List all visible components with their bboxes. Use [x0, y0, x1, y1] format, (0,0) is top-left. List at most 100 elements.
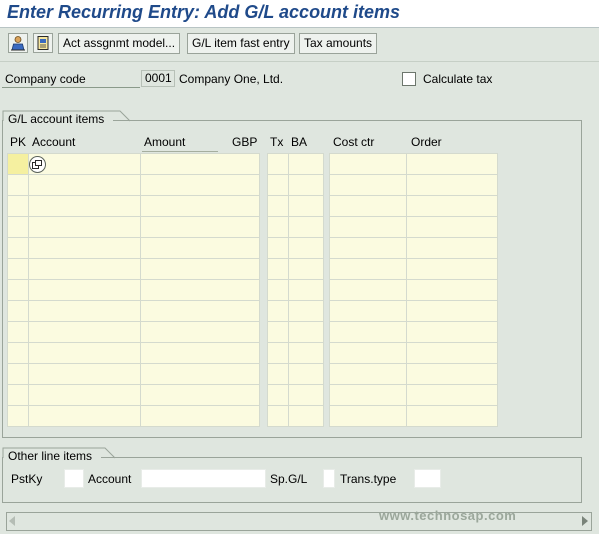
- pk-cell[interactable]: [7, 195, 29, 217]
- pk-cell[interactable]: [7, 405, 29, 427]
- amount-cell[interactable]: [140, 195, 260, 217]
- cost-ctr-cell[interactable]: [329, 237, 407, 259]
- order-cell[interactable]: [406, 321, 498, 343]
- tx-cell[interactable]: [267, 195, 289, 217]
- pk-cell[interactable]: [7, 363, 29, 385]
- account-cell[interactable]: [28, 195, 141, 217]
- ba-cell[interactable]: [288, 321, 324, 343]
- order-cell[interactable]: [406, 174, 498, 196]
- order-cell[interactable]: [406, 342, 498, 364]
- account-cell[interactable]: [28, 342, 141, 364]
- amount-cell[interactable]: [140, 300, 260, 322]
- pstky-field[interactable]: [64, 469, 84, 488]
- amount-cell[interactable]: [140, 258, 260, 280]
- tax-amounts-button[interactable]: Tax amounts: [299, 33, 378, 54]
- cost-ctr-cell[interactable]: [329, 279, 407, 301]
- tx-cell[interactable]: [267, 384, 289, 406]
- transtype-field[interactable]: [414, 469, 441, 488]
- amount-cell[interactable]: [140, 279, 260, 301]
- document-icon[interactable]: [33, 33, 53, 53]
- order-cell[interactable]: [406, 195, 498, 217]
- value-help-icon[interactable]: [29, 156, 46, 173]
- tx-cell[interactable]: [267, 300, 289, 322]
- account-cell[interactable]: [28, 363, 141, 385]
- account-cell[interactable]: [28, 237, 141, 259]
- ba-cell[interactable]: [288, 195, 324, 217]
- pk-cell[interactable]: [7, 237, 29, 259]
- pk-cell[interactable]: [7, 174, 29, 196]
- ba-cell[interactable]: [288, 279, 324, 301]
- cost-ctr-cell[interactable]: [329, 153, 407, 175]
- account-cell[interactable]: [28, 174, 141, 196]
- order-cell[interactable]: [406, 153, 498, 175]
- tx-cell[interactable]: [267, 321, 289, 343]
- pk-cell[interactable]: [7, 384, 29, 406]
- order-cell[interactable]: [406, 384, 498, 406]
- cost-ctr-cell[interactable]: [329, 405, 407, 427]
- order-cell[interactable]: [406, 279, 498, 301]
- order-cell[interactable]: [406, 405, 498, 427]
- pk-cell[interactable]: [7, 279, 29, 301]
- ba-cell[interactable]: [288, 237, 324, 259]
- pk-cell[interactable]: [7, 153, 29, 175]
- order-cell[interactable]: [406, 237, 498, 259]
- cost-ctr-cell[interactable]: [329, 195, 407, 217]
- account-cell[interactable]: [28, 279, 141, 301]
- other-account-field[interactable]: [141, 469, 266, 488]
- calculate-tax-checkbox[interactable]: [402, 72, 416, 86]
- ba-cell[interactable]: [288, 153, 324, 175]
- cost-ctr-cell[interactable]: [329, 216, 407, 238]
- order-cell[interactable]: [406, 300, 498, 322]
- amount-cell[interactable]: [140, 153, 260, 175]
- pk-cell[interactable]: [7, 342, 29, 364]
- cost-ctr-cell[interactable]: [329, 300, 407, 322]
- cost-ctr-cell[interactable]: [329, 363, 407, 385]
- ba-cell[interactable]: [288, 405, 324, 427]
- amount-cell[interactable]: [140, 405, 260, 427]
- tx-cell[interactable]: [267, 258, 289, 280]
- account-cell[interactable]: [28, 216, 141, 238]
- pk-cell[interactable]: [7, 258, 29, 280]
- pk-cell[interactable]: [7, 321, 29, 343]
- cost-ctr-cell[interactable]: [329, 342, 407, 364]
- pk-cell[interactable]: [7, 216, 29, 238]
- tx-cell[interactable]: [267, 237, 289, 259]
- person-icon[interactable]: [8, 33, 28, 53]
- ba-cell[interactable]: [288, 363, 324, 385]
- order-cell[interactable]: [406, 363, 498, 385]
- cost-ctr-cell[interactable]: [329, 321, 407, 343]
- amount-cell[interactable]: [140, 342, 260, 364]
- tx-cell[interactable]: [267, 405, 289, 427]
- amount-cell[interactable]: [140, 384, 260, 406]
- act-assignment-model-button[interactable]: Act assgnmt model...: [58, 33, 181, 54]
- company-code-field[interactable]: 0001: [141, 70, 175, 87]
- amount-cell[interactable]: [140, 174, 260, 196]
- account-cell[interactable]: [28, 321, 141, 343]
- account-cell[interactable]: [28, 300, 141, 322]
- ba-cell[interactable]: [288, 342, 324, 364]
- cost-ctr-cell[interactable]: [329, 384, 407, 406]
- order-cell[interactable]: [406, 258, 498, 280]
- amount-cell[interactable]: [140, 216, 260, 238]
- account-cell[interactable]: [28, 153, 141, 175]
- order-cell[interactable]: [406, 216, 498, 238]
- amount-cell[interactable]: [140, 363, 260, 385]
- tx-cell[interactable]: [267, 174, 289, 196]
- scroll-right-icon[interactable]: [582, 516, 588, 526]
- scroll-left-icon[interactable]: [9, 516, 15, 526]
- tx-cell[interactable]: [267, 216, 289, 238]
- cost-ctr-cell[interactable]: [329, 174, 407, 196]
- tx-cell[interactable]: [267, 279, 289, 301]
- account-cell[interactable]: [28, 405, 141, 427]
- tx-cell[interactable]: [267, 363, 289, 385]
- gl-item-fast-entry-button[interactable]: G/L item fast entry: [187, 33, 295, 54]
- account-cell[interactable]: [28, 384, 141, 406]
- ba-cell[interactable]: [288, 300, 324, 322]
- cost-ctr-cell[interactable]: [329, 258, 407, 280]
- ba-cell[interactable]: [288, 216, 324, 238]
- ba-cell[interactable]: [288, 174, 324, 196]
- amount-cell[interactable]: [140, 321, 260, 343]
- tx-cell[interactable]: [267, 153, 289, 175]
- ba-cell[interactable]: [288, 258, 324, 280]
- amount-cell[interactable]: [140, 237, 260, 259]
